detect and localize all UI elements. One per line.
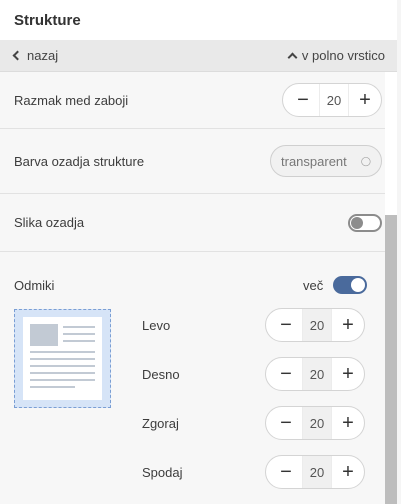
margin-label: Levo <box>142 317 171 333</box>
margin-value[interactable]: 20 <box>302 456 332 488</box>
bg-image-toggle[interactable] <box>348 213 382 232</box>
toggle-knob <box>351 278 365 292</box>
margins-section: Odmiki več Levo − 20 + Desno − 20 + Zgor… <box>0 252 397 503</box>
color-picker-button[interactable]: transparent ◯ <box>270 145 382 177</box>
text-line <box>63 333 95 335</box>
paint-drop-icon: ◯ <box>360 156 371 166</box>
decrement-button[interactable]: − <box>276 364 296 384</box>
text-line <box>63 340 95 342</box>
image-placeholder-icon <box>30 324 58 346</box>
margins-preview <box>14 309 111 408</box>
decrement-button[interactable]: − <box>293 90 313 110</box>
margin-label: Zgoraj <box>142 415 179 431</box>
margins-label: Odmiki <box>14 278 55 293</box>
scrollbar-thumb[interactable] <box>385 215 397 504</box>
margin-label: Desno <box>142 366 180 382</box>
margin-row-bottom: Spodaj − 20 + <box>142 454 365 490</box>
full-row-label: v polno vrstico <box>301 48 385 63</box>
text-line <box>30 372 95 374</box>
more-label: več <box>303 278 324 293</box>
spacing-stepper: − 20 + <box>282 83 382 117</box>
margin-row-top: Zgoraj − 20 + <box>142 405 365 441</box>
chevron-left-icon <box>12 50 23 61</box>
margin-top-stepper: − 20 + <box>265 406 365 440</box>
bg-image-row: Slika ozadja <box>0 194 397 252</box>
margin-right-stepper: − 20 + <box>265 357 365 391</box>
text-line <box>30 358 95 360</box>
margin-value[interactable]: 20 <box>302 407 332 439</box>
margin-left-stepper: − 20 + <box>265 308 365 342</box>
decrement-button[interactable]: − <box>276 462 296 482</box>
margin-bottom-stepper: − 20 + <box>265 455 365 489</box>
increment-button[interactable]: + <box>338 364 358 384</box>
document-icon <box>23 317 102 400</box>
increment-button[interactable]: + <box>338 462 358 482</box>
back-button[interactable]: nazaj <box>12 48 59 63</box>
toggle-knob <box>351 216 363 229</box>
bg-color-row: Barva ozadja strukture transparent ◯ <box>0 129 397 194</box>
text-line <box>30 351 95 353</box>
increment-button[interactable]: + <box>355 90 375 110</box>
panel-edge <box>397 0 401 504</box>
chevron-up-icon <box>287 52 298 63</box>
full-row-button[interactable]: v polno vrstico <box>287 48 385 63</box>
navigation-bar: nazaj v polno vrstico <box>0 40 397 72</box>
spacing-row: Razmak med zaboji − 20 + <box>0 72 397 129</box>
increment-button[interactable]: + <box>338 315 358 335</box>
decrement-button[interactable]: − <box>276 315 296 335</box>
decrement-button[interactable]: − <box>276 413 296 433</box>
increment-button[interactable]: + <box>338 413 358 433</box>
spacing-label: Razmak med zaboji <box>14 92 129 108</box>
back-label: nazaj <box>27 48 59 63</box>
spacing-value[interactable]: 20 <box>319 84 349 116</box>
margin-value[interactable]: 20 <box>302 309 332 341</box>
margin-row-left: Levo − 20 + <box>142 307 365 343</box>
settings-panel: Strukture nazaj v polno vrstico Razmak m… <box>0 0 397 504</box>
bg-image-label: Slika ozadja <box>14 215 85 230</box>
margin-row-right: Desno − 20 + <box>142 356 365 392</box>
panel-title: Strukture <box>0 0 397 40</box>
bg-color-label: Barva ozadja strukture <box>14 153 145 169</box>
margin-label: Spodaj <box>142 464 183 480</box>
text-line <box>30 386 75 388</box>
settings-content: Razmak med zaboji − 20 + Barva ozadja st… <box>0 72 397 504</box>
text-line <box>63 326 95 328</box>
margins-more-toggle[interactable] <box>333 276 367 294</box>
margin-value[interactable]: 20 <box>302 358 332 390</box>
text-line <box>30 365 95 367</box>
color-value: transparent <box>281 153 347 169</box>
text-line <box>30 379 95 381</box>
